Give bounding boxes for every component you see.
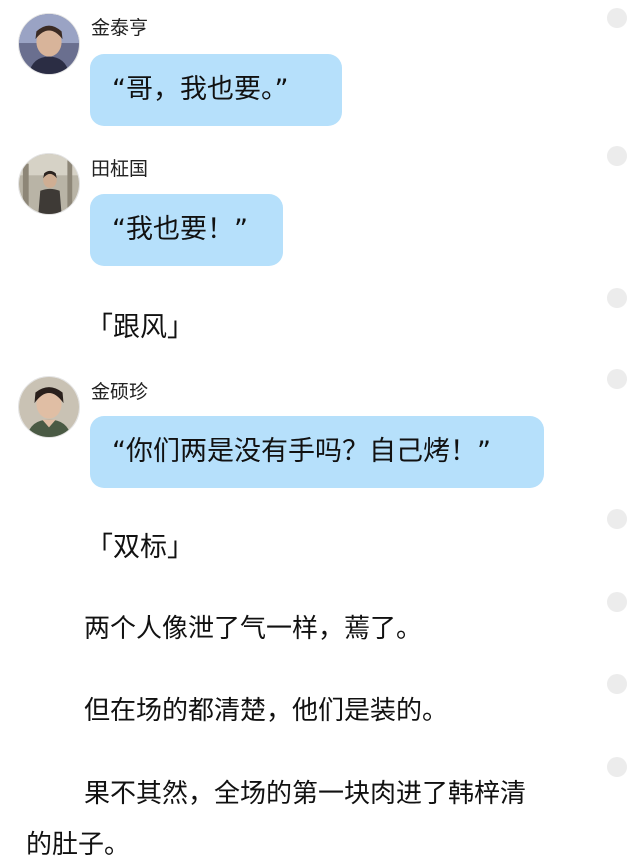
action-tag: 「双标」 xyxy=(86,532,194,563)
bubble-text: “我也要！” xyxy=(112,214,248,245)
gray-circle-icon[interactable] xyxy=(607,288,627,308)
narration-line: 的肚子。 xyxy=(26,830,131,860)
gray-circle-icon[interactable] xyxy=(607,369,627,389)
gray-circle-icon[interactable] xyxy=(607,509,627,529)
avatar-jungkook[interactable] xyxy=(18,153,80,215)
chat-bubble: “我也要！” xyxy=(90,194,283,266)
narration-line: 果不其然，全场的第一块肉进了韩梓清 xyxy=(84,779,527,809)
speaker-name: 田柾国 xyxy=(91,158,149,180)
chat-bubble: “你们两是没有手吗？自己烤！” xyxy=(90,416,544,488)
gray-circle-icon[interactable] xyxy=(607,8,627,28)
gray-circle-icon[interactable] xyxy=(607,146,627,166)
speaker-name: 金硕珍 xyxy=(91,381,149,403)
gray-circle-icon[interactable] xyxy=(607,592,627,612)
bubble-text: “哥，我也要。” xyxy=(112,74,289,105)
narration-line: 两个人像泄了气一样，蔫了。 xyxy=(84,614,423,644)
gray-circle-icon[interactable] xyxy=(607,757,627,777)
speaker-name: 金泰亨 xyxy=(91,17,149,39)
chat-bubble: “哥，我也要。” xyxy=(90,54,342,126)
action-tag: 「跟风」 xyxy=(86,312,194,343)
avatar-taehyung[interactable] xyxy=(18,13,80,75)
bubble-text: “你们两是没有手吗？自己烤！” xyxy=(112,436,491,467)
avatar-jin[interactable] xyxy=(18,376,80,438)
narration-line: 但在场的都清楚，他们是装的。 xyxy=(84,696,449,726)
gray-circle-icon[interactable] xyxy=(607,674,627,694)
